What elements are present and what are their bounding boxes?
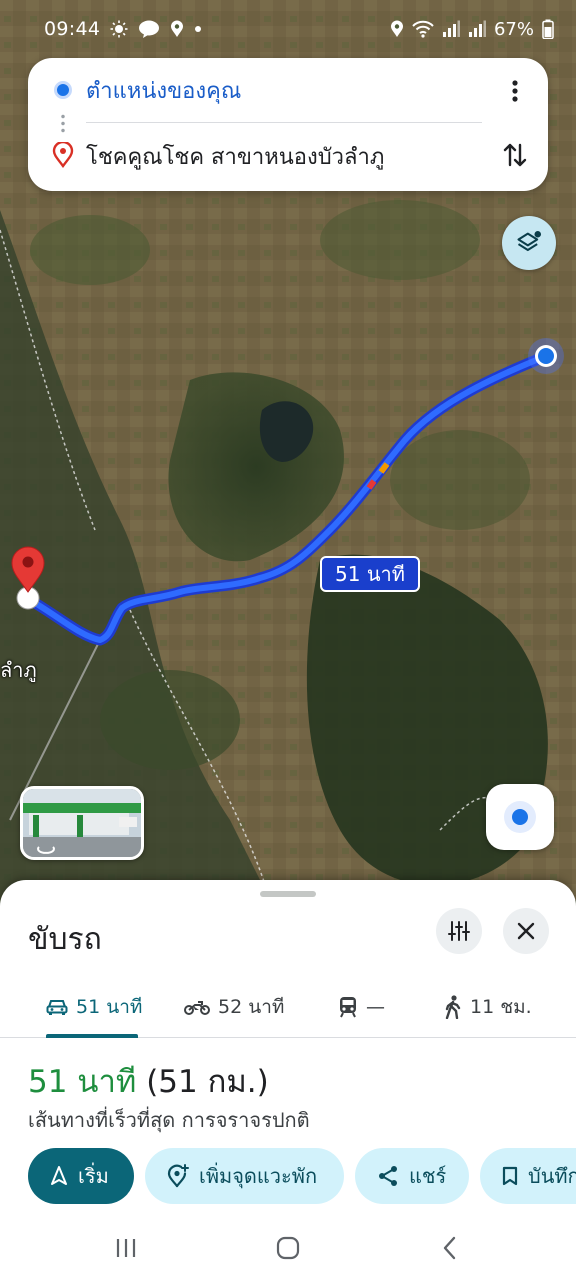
bookmark-icon	[502, 1166, 518, 1186]
route-summary: 51 นาที (51 กม.)	[28, 1056, 269, 1106]
route-options-button[interactable]	[436, 908, 482, 954]
map-place-label: ลำภู	[0, 658, 37, 682]
signal-icon	[468, 20, 486, 38]
swap-vert-icon	[502, 141, 528, 169]
walk-icon	[444, 995, 462, 1019]
location-icon	[390, 20, 404, 38]
tune-icon	[448, 920, 470, 942]
tab-motorcycle-label: 52 นาที	[218, 996, 285, 1018]
tab-transit-label: —	[366, 996, 385, 1018]
directions-card: ตำแหน่งของคุณ โชคคูณโชค สาขาหนองบัวลำภู	[28, 58, 548, 191]
battery-icon	[542, 19, 554, 39]
share-button[interactable]: แชร์	[355, 1148, 469, 1204]
system-navigation-bar	[0, 1216, 576, 1280]
signal-icon	[442, 20, 460, 38]
layers-icon	[515, 229, 543, 257]
add-location-icon	[167, 1164, 189, 1188]
street-view-thumbnail[interactable]	[20, 786, 144, 860]
back-button[interactable]	[432, 1232, 468, 1264]
location-icon	[170, 20, 184, 38]
sheet-drag-handle[interactable]	[260, 891, 316, 897]
layers-button[interactable]	[502, 216, 556, 270]
line-app-icon	[138, 20, 160, 38]
status-bar: 09:44 67%	[0, 0, 576, 58]
destination-field[interactable]: โชคคูณโชค สาขาหนองบัวลำภู	[86, 139, 384, 174]
tab-motorcycle[interactable]: 52 นาที	[184, 976, 284, 1038]
add-stop-label: เพิ่มจุดแวะพัก	[199, 1164, 318, 1188]
share-label: แชร์	[409, 1164, 447, 1188]
origin-field[interactable]: ตำแหน่งของคุณ	[86, 73, 241, 108]
destination-pin-icon	[52, 140, 74, 172]
add-stop-button[interactable]: เพิ่มจุดแวะพัก	[145, 1148, 344, 1204]
status-time: 09:44	[44, 18, 101, 40]
destination-row[interactable]: โชคคูณโชค สาขาหนองบัวลำภู	[28, 126, 548, 186]
save-label: บันทึก	[528, 1164, 576, 1188]
travel-mode-tabs: 51 นาที 52 นาที — 11 ชม.	[0, 976, 576, 1038]
route-eta-chip[interactable]: 51 นาที	[320, 556, 420, 592]
motorcycle-icon	[184, 998, 210, 1016]
home-button[interactable]	[270, 1232, 306, 1264]
save-button[interactable]: บันทึก	[480, 1148, 576, 1204]
route-duration: 51 นาที	[28, 1064, 137, 1100]
back-icon	[442, 1236, 458, 1260]
tab-driving-label: 51 นาที	[76, 996, 143, 1018]
close-button[interactable]	[503, 908, 549, 954]
battery-percent: 67%	[493, 18, 534, 40]
tab-driving[interactable]: 51 นาที	[46, 976, 142, 1038]
my-location-button[interactable]	[486, 784, 554, 850]
active-tab-indicator	[46, 1034, 138, 1038]
travel-mode-title: ขับรถ	[28, 922, 102, 957]
origin-row[interactable]: ตำแหน่งของคุณ	[28, 60, 548, 120]
recent-apps-button[interactable]	[108, 1232, 144, 1264]
car-icon	[46, 998, 68, 1016]
tab-walking-label: 11 ชม.	[470, 996, 532, 1018]
start-button-label: เริ่ม	[78, 1164, 109, 1188]
swap-directions-button[interactable]	[498, 138, 532, 172]
transit-icon	[338, 996, 358, 1018]
home-icon	[276, 1236, 300, 1260]
navigation-arrow-icon	[50, 1166, 68, 1186]
origin-dot-icon	[54, 81, 72, 99]
share-icon	[377, 1165, 399, 1187]
more-options-button[interactable]	[500, 74, 530, 108]
field-divider	[86, 122, 482, 123]
tab-transit[interactable]: —	[338, 976, 385, 1038]
more-vert-icon	[512, 80, 518, 102]
wifi-icon	[412, 20, 434, 38]
route-description: เส้นทางที่เร็วที่สุด การจราจรปกติ	[28, 1108, 310, 1132]
tab-walking[interactable]: 11 ชม.	[444, 976, 532, 1038]
my-location-icon	[500, 797, 540, 837]
route-distance: (51 กม.)	[136, 1064, 269, 1100]
close-icon	[517, 922, 535, 940]
recent-apps-icon	[114, 1237, 138, 1259]
start-button[interactable]: เริ่ม	[28, 1148, 134, 1204]
sun-icon	[110, 20, 128, 38]
dot-icon	[194, 25, 202, 33]
